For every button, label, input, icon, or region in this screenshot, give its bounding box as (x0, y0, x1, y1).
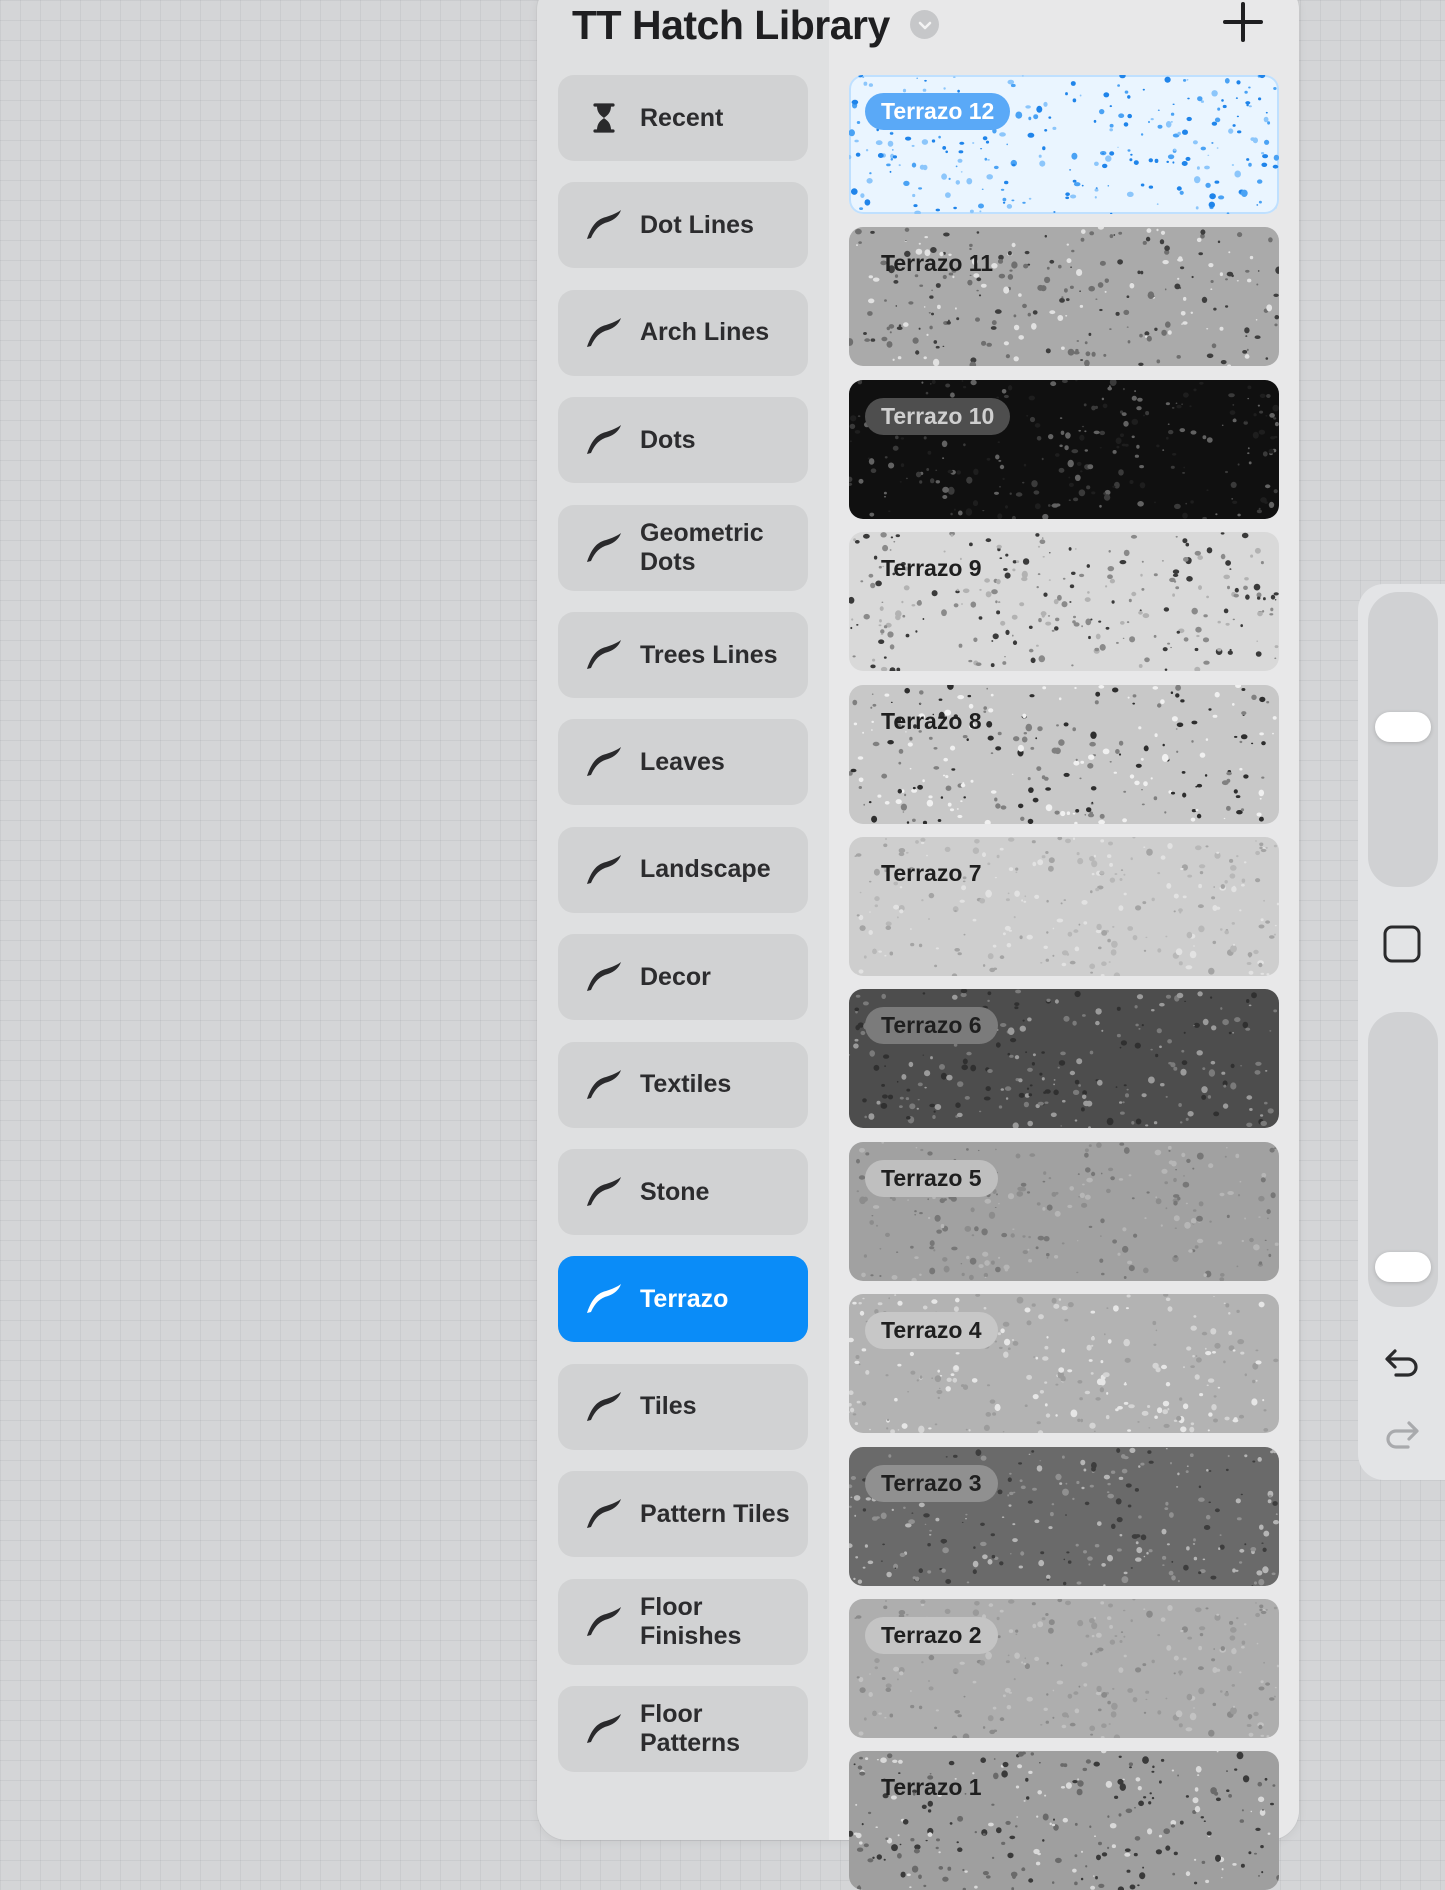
brush-set-label: Dots (640, 425, 696, 454)
brush-item[interactable]: Terrazo 2 (849, 1599, 1279, 1738)
hourglass-icon (584, 98, 624, 138)
brush-stroke-icon (584, 313, 624, 353)
brush-set-label: Terrazo (640, 1284, 729, 1313)
brush-name-label: Terrazo 9 (881, 555, 982, 582)
redo-button[interactable] (1380, 1412, 1424, 1456)
brush-set-label: Geometric Dots (640, 518, 764, 576)
brush-name-label: Terrazo 5 (865, 1159, 998, 1197)
add-brush-set-button[interactable] (1220, 0, 1266, 44)
brush-set-label: Tiles (640, 1392, 697, 1421)
brush-set-dot-lines[interactable]: Dot Lines (558, 182, 808, 269)
brush-set-pattern-tiles[interactable]: Pattern Tiles (558, 1471, 808, 1558)
undo-button[interactable] (1380, 1340, 1424, 1384)
brush-set-label: Pattern Tiles (640, 1499, 790, 1528)
brush-name-label: Terrazo 3 (865, 1464, 998, 1502)
brush-set-label: Recent (640, 103, 724, 132)
brush-item[interactable]: Terrazo 7 (849, 837, 1279, 976)
brush-stroke-icon (584, 1279, 624, 1319)
brush-stroke-icon (584, 957, 624, 997)
brush-stroke-icon (584, 205, 624, 245)
brush-name-label: Terrazo 8 (881, 707, 982, 734)
brush-item[interactable]: Terrazo 12 (849, 75, 1279, 214)
brush-set-label: Dot Lines (640, 210, 754, 239)
brush-set-trees-lines[interactable]: Trees Lines (558, 612, 808, 698)
brush-set-dots[interactable]: Dots (558, 397, 808, 484)
undo-arrow-icon (1385, 1349, 1418, 1377)
modify-button[interactable] (1378, 920, 1426, 968)
brush-set-textiles[interactable]: Textiles (558, 1041, 808, 1128)
brush-set-label: Arch Lines (640, 318, 770, 347)
brush-set-leaves[interactable]: Leaves (558, 719, 808, 806)
brush-stroke-icon (584, 420, 624, 460)
brush-set-label: Landscape (640, 855, 771, 884)
brush-stroke-icon (584, 1065, 624, 1105)
brush-item[interactable]: Terrazo 6 (849, 989, 1279, 1129)
brush-set-label: Leaves (640, 747, 725, 776)
opacity-slider-handle[interactable] (1375, 1252, 1431, 1283)
brush-stroke-icon (584, 1494, 624, 1534)
brush-stroke-icon (584, 1387, 624, 1427)
brush-stroke-icon (584, 1602, 624, 1642)
brush-set-label: Textiles (640, 1070, 732, 1099)
brush-set-tiles[interactable]: Tiles (558, 1363, 808, 1450)
brush-set-geometric-dots[interactable]: Geometric Dots (558, 504, 808, 591)
brush-set-label: Stone (640, 1177, 710, 1206)
library-title: TT Hatch Library (572, 2, 890, 48)
brush-stroke-icon (584, 528, 624, 568)
brush-set-floor-finishes[interactable]: Floor Finishes (558, 1578, 808, 1665)
brush-stroke-icon (584, 635, 624, 675)
redo-arrow-icon (1386, 1421, 1419, 1449)
brush-name-label: Terrazo 6 (865, 1007, 998, 1045)
brush-item[interactable]: Terrazo 1 (849, 1751, 1279, 1890)
brush-item[interactable]: Terrazo 8 (849, 684, 1279, 824)
square-icon (1383, 925, 1421, 963)
brush-name-label: Terrazo 11 (881, 250, 994, 277)
brush-set-label: Decor (640, 962, 711, 991)
brush-set-floor-patterns[interactable]: Floor Patterns (558, 1686, 808, 1772)
brush-name-label: Terrazo 2 (865, 1617, 998, 1654)
brush-name-label: Terrazo 4 (865, 1312, 998, 1350)
brush-set-label: Trees Lines (640, 640, 778, 669)
brush-stroke-icon (584, 1172, 624, 1212)
brush-set-arch-lines[interactable]: Arch Lines (558, 289, 808, 376)
brush-set-terrazo[interactable]: Terrazo (558, 1256, 808, 1343)
brush-size-slider-handle[interactable] (1375, 712, 1431, 743)
chevron-down-icon[interactable] (910, 10, 939, 39)
brush-item[interactable]: Terrazo 10 (849, 379, 1279, 519)
brush-name-label: Terrazo 10 (865, 397, 1011, 435)
brush-set-recent[interactable]: Recent (558, 75, 808, 161)
brush-set-label: Floor Finishes (640, 1592, 742, 1650)
brush-stroke-icon (584, 742, 624, 782)
brush-name-label: Terrazo 7 (881, 860, 982, 886)
brush-item[interactable]: Terrazo 5 (849, 1141, 1279, 1281)
brush-name-label: Terrazo 1 (881, 1774, 982, 1801)
brush-item[interactable]: Terrazo 9 (849, 532, 1279, 672)
brush-stroke-icon (584, 1709, 624, 1749)
brush-name-label: Terrazo 12 (865, 93, 1011, 130)
brush-set-label: Floor Patterns (640, 1700, 741, 1757)
brush-set-landscape[interactable]: Landscape (558, 826, 808, 913)
brush-set-decor[interactable]: Decor (558, 934, 808, 1021)
plus-icon (1223, 2, 1263, 42)
brush-stroke-icon (584, 850, 624, 890)
brush-item[interactable]: Terrazo 3 (849, 1446, 1279, 1586)
brush-set-stone[interactable]: Stone (558, 1149, 808, 1235)
brush-item[interactable]: Terrazo 11 (849, 227, 1279, 367)
brush-item[interactable]: Terrazo 4 (849, 1294, 1279, 1434)
